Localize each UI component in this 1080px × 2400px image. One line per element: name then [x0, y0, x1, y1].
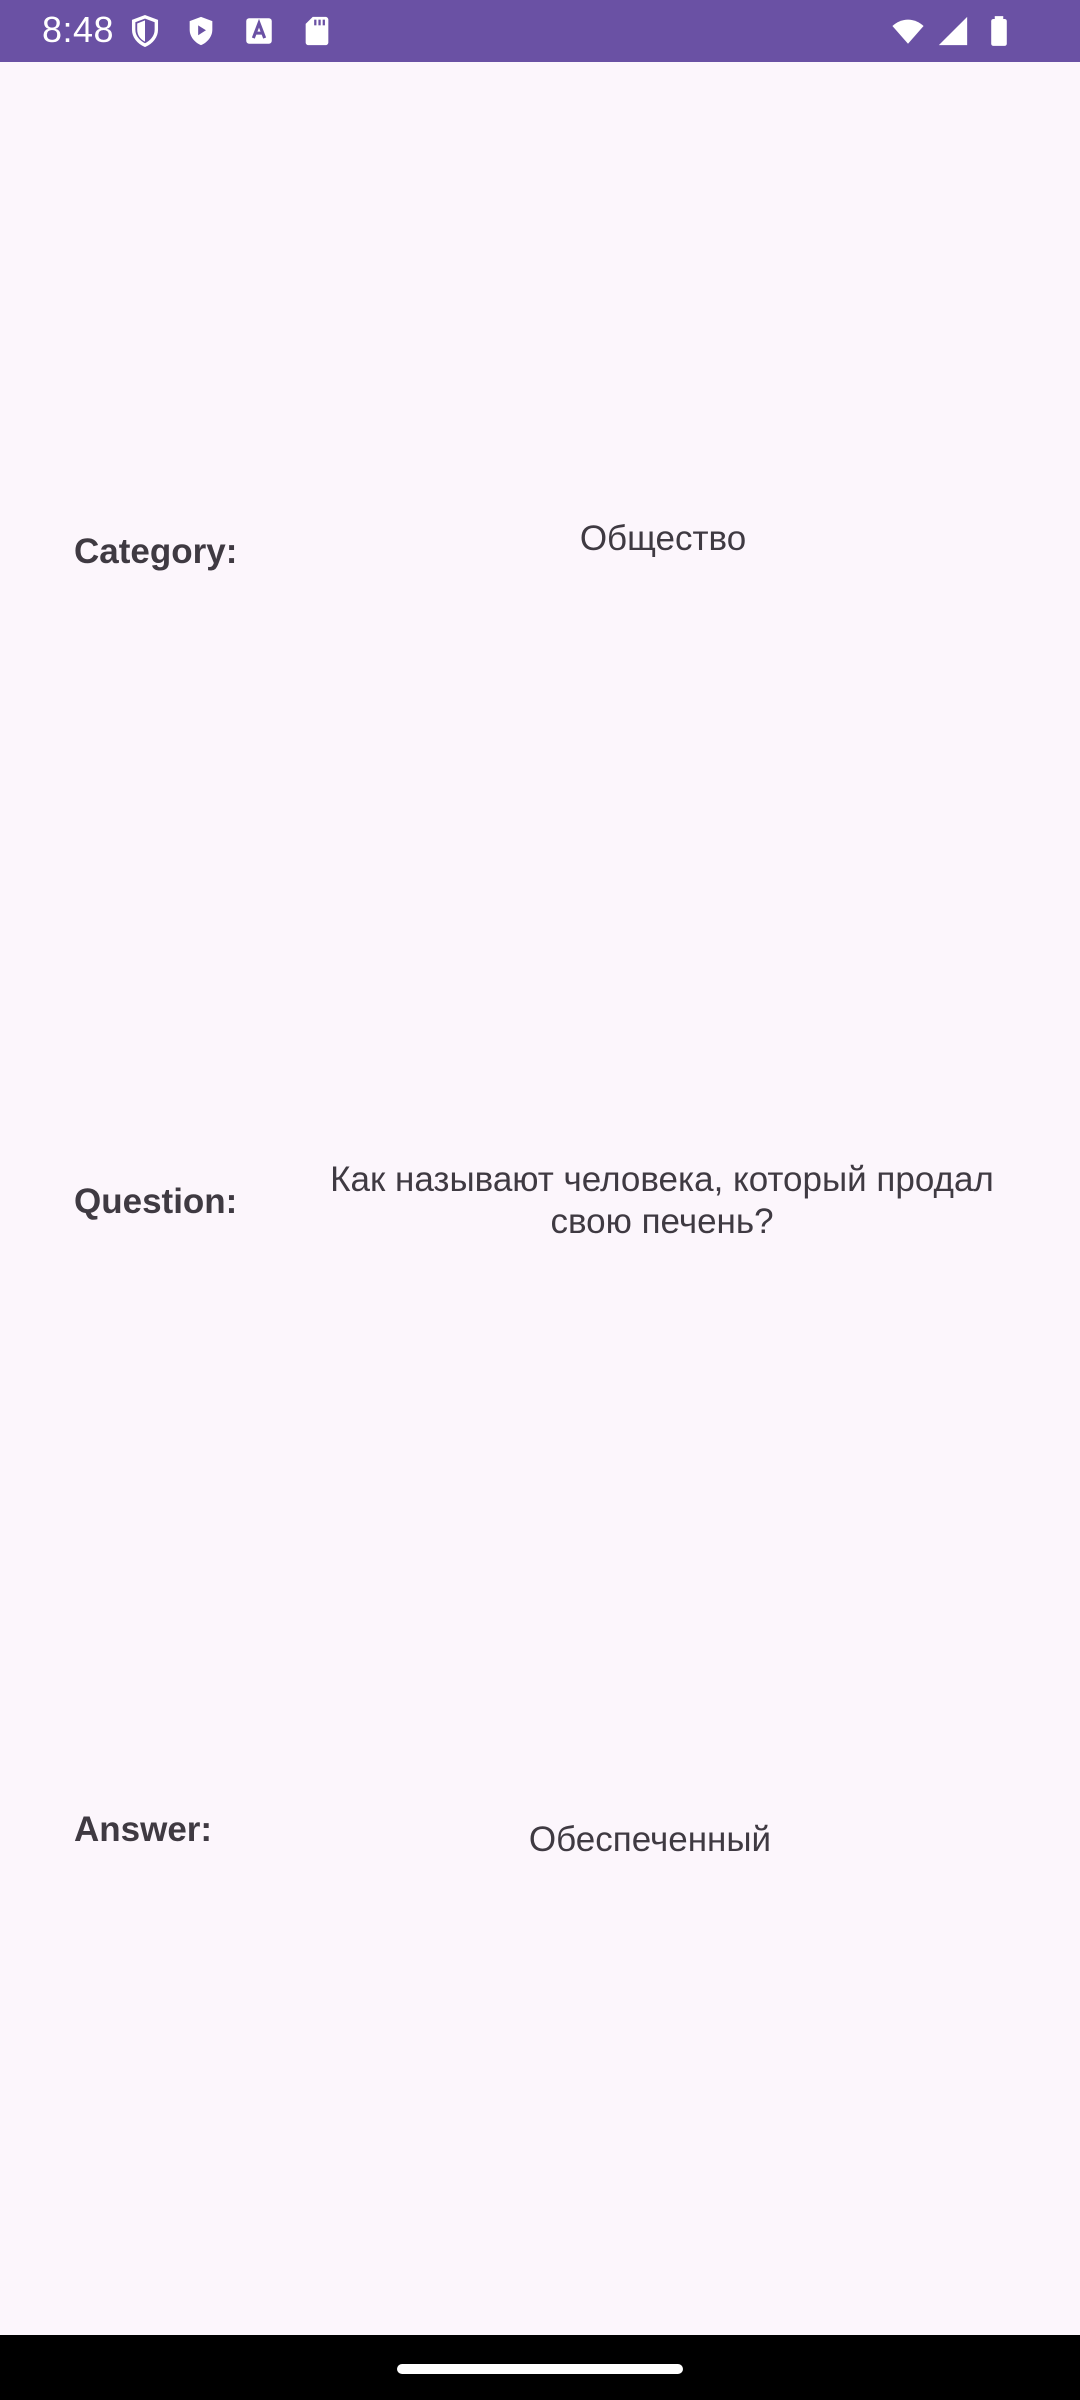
status-time: 8:48	[42, 9, 115, 50]
answer-label: Answer:	[74, 1810, 213, 1849]
question-value: Как называют человека, который продал св…	[330, 1160, 994, 1241]
category-label: Category:	[74, 532, 238, 571]
sd-card-icon	[300, 14, 334, 48]
home-gesture-handle[interactable]	[397, 2364, 683, 2374]
shield-icon	[128, 14, 162, 48]
signal-icon	[936, 14, 970, 48]
wifi-icon	[888, 14, 928, 48]
font-a-icon	[242, 14, 276, 48]
status-bar: 8:48	[0, 0, 1080, 62]
question-label: Question:	[74, 1182, 238, 1221]
play-protect-icon	[184, 14, 218, 48]
answer-value: Обеспеченный	[528, 1820, 772, 1859]
battery-icon	[982, 14, 1016, 48]
navigation-bar	[0, 2335, 1080, 2400]
category-value: Общество	[579, 519, 747, 558]
